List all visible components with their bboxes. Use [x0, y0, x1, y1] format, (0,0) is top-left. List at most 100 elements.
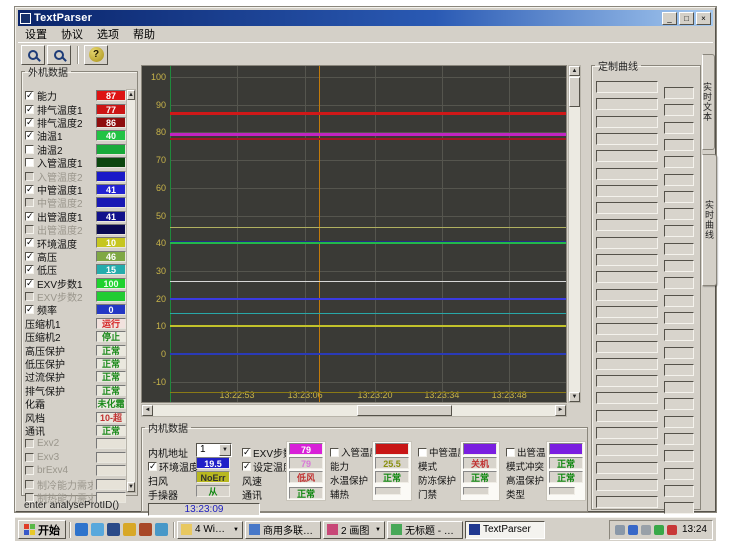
curve-slot[interactable]: [664, 243, 694, 255]
row-checkbox[interactable]: ✓: [25, 238, 34, 247]
curve-slot[interactable]: [664, 416, 694, 428]
chart-vscrollbar[interactable]: ▲ ▼: [568, 65, 581, 403]
curve-slot[interactable]: [664, 208, 694, 220]
row-checkbox[interactable]: [25, 198, 34, 207]
curve-slot[interactable]: [596, 410, 658, 422]
curve-slot[interactable]: [664, 502, 694, 514]
row-checkbox[interactable]: ✓: [25, 305, 34, 314]
menu-item-1[interactable]: 设置: [18, 25, 54, 43]
row-checkbox[interactable]: ✓: [25, 212, 34, 221]
task-button-5[interactable]: TextParser: [465, 521, 545, 539]
row-checkbox[interactable]: [25, 145, 34, 154]
curve-slot[interactable]: [664, 485, 694, 497]
scroll-up-icon[interactable]: ▲: [569, 66, 580, 76]
menu-item-4[interactable]: 帮助: [126, 25, 162, 43]
ime-icon[interactable]: [667, 525, 677, 535]
messenger-icon[interactable]: [123, 523, 136, 536]
curve-slot[interactable]: [596, 168, 658, 180]
row-checkbox[interactable]: [25, 453, 34, 462]
curve-slot[interactable]: [596, 444, 658, 456]
row-checkbox[interactable]: ✓: [25, 279, 34, 288]
curve-slot[interactable]: [664, 139, 694, 151]
zoom-out-button[interactable]: [47, 45, 71, 65]
curve-slot[interactable]: [664, 87, 694, 99]
indoor-checkbox[interactable]: [506, 448, 515, 457]
vscroll-thumb[interactable]: [569, 77, 580, 107]
minimize-button[interactable]: _: [662, 12, 677, 25]
row-checkbox[interactable]: [25, 292, 34, 301]
show-desktop-icon[interactable]: [107, 523, 120, 536]
left-scrollbar[interactable]: ▲ ▼: [126, 89, 136, 493]
row-checkbox[interactable]: [25, 480, 34, 489]
hscroll-thumb[interactable]: [357, 405, 452, 416]
indoor-address-select[interactable]: 1▼: [196, 443, 232, 457]
task-button-2[interactable]: 商用多联第...: [245, 521, 321, 539]
curve-slot[interactable]: [596, 496, 658, 508]
curve-slot[interactable]: [596, 202, 658, 214]
curve-slot[interactable]: [664, 295, 694, 307]
curve-slot[interactable]: [664, 468, 694, 480]
curve-slot[interactable]: [596, 133, 658, 145]
curve-slot[interactable]: [664, 433, 694, 445]
curve-slot[interactable]: [596, 358, 658, 370]
curve-slot[interactable]: [596, 375, 658, 387]
help-button[interactable]: ?: [84, 45, 108, 65]
plot-area[interactable]: 1009080706050403020100-1013:22:5313:23:0…: [141, 65, 567, 403]
curve-slot[interactable]: [596, 392, 658, 404]
curve-slot[interactable]: [664, 364, 694, 376]
scroll-up-icon[interactable]: ▲: [127, 90, 135, 100]
curve-slot[interactable]: [596, 323, 658, 335]
curve-slot[interactable]: [664, 174, 694, 186]
curve-slot[interactable]: [596, 462, 658, 474]
curve-slot[interactable]: [664, 347, 694, 359]
curve-slot[interactable]: [664, 225, 694, 237]
folder-quick-icon[interactable]: [139, 523, 152, 536]
curve-slot[interactable]: [596, 81, 658, 93]
volume-icon[interactable]: [641, 525, 651, 535]
curve-slot[interactable]: [596, 271, 658, 283]
curve-slot[interactable]: [664, 398, 694, 410]
indoor-checkbox[interactable]: ✓: [242, 448, 251, 457]
menu-item-3[interactable]: 选项: [90, 25, 126, 43]
start-button[interactable]: 开始: [18, 520, 66, 539]
indoor-checkbox[interactable]: ✓: [148, 462, 157, 471]
curve-slot[interactable]: [664, 450, 694, 462]
curve-slot[interactable]: [596, 98, 658, 110]
curve-slot[interactable]: [596, 306, 658, 318]
row-checkbox[interactable]: [25, 172, 34, 181]
maximize-button[interactable]: □: [679, 12, 694, 25]
messenger-tray-icon[interactable]: [628, 525, 638, 535]
indoor-checkbox[interactable]: ✓: [242, 462, 251, 471]
scroll-left-icon[interactable]: ◄: [142, 405, 153, 416]
curve-slot[interactable]: [664, 104, 694, 116]
zoom-in-button[interactable]: [21, 45, 45, 65]
row-checkbox[interactable]: [25, 466, 34, 475]
curve-slot[interactable]: [664, 156, 694, 168]
curve-slot[interactable]: [596, 289, 658, 301]
scroll-down-icon[interactable]: ▼: [127, 482, 135, 492]
task-button-1[interactable]: 4 Windows...▼: [177, 521, 243, 539]
task-button-3[interactable]: 2 画图▼: [323, 521, 385, 539]
curve-slot[interactable]: [664, 260, 694, 272]
row-checkbox[interactable]: [25, 158, 34, 167]
curve-slot[interactable]: [664, 381, 694, 393]
curve-slot[interactable]: [664, 191, 694, 203]
mail-icon[interactable]: [91, 523, 104, 536]
task-button-4[interactable]: 无标题 - C...: [387, 521, 463, 539]
curve-slot[interactable]: [596, 185, 658, 197]
row-checkbox[interactable]: ✓: [25, 131, 34, 140]
curve-slot[interactable]: [596, 237, 658, 249]
row-checkbox[interactable]: [25, 439, 34, 448]
curve-slot[interactable]: [664, 277, 694, 289]
row-checkbox[interactable]: [25, 225, 34, 234]
chart-hscrollbar[interactable]: ◄ ►: [141, 404, 567, 417]
curve-slot[interactable]: [596, 479, 658, 491]
row-checkbox[interactable]: ✓: [25, 118, 34, 127]
menu-item-2[interactable]: 协议: [54, 25, 90, 43]
curve-slot[interactable]: [664, 122, 694, 134]
close-button[interactable]: ×: [696, 12, 711, 25]
row-checkbox[interactable]: ✓: [25, 105, 34, 114]
printer-icon[interactable]: [615, 525, 625, 535]
curve-slot[interactable]: [664, 312, 694, 324]
antivirus-icon[interactable]: [654, 525, 664, 535]
